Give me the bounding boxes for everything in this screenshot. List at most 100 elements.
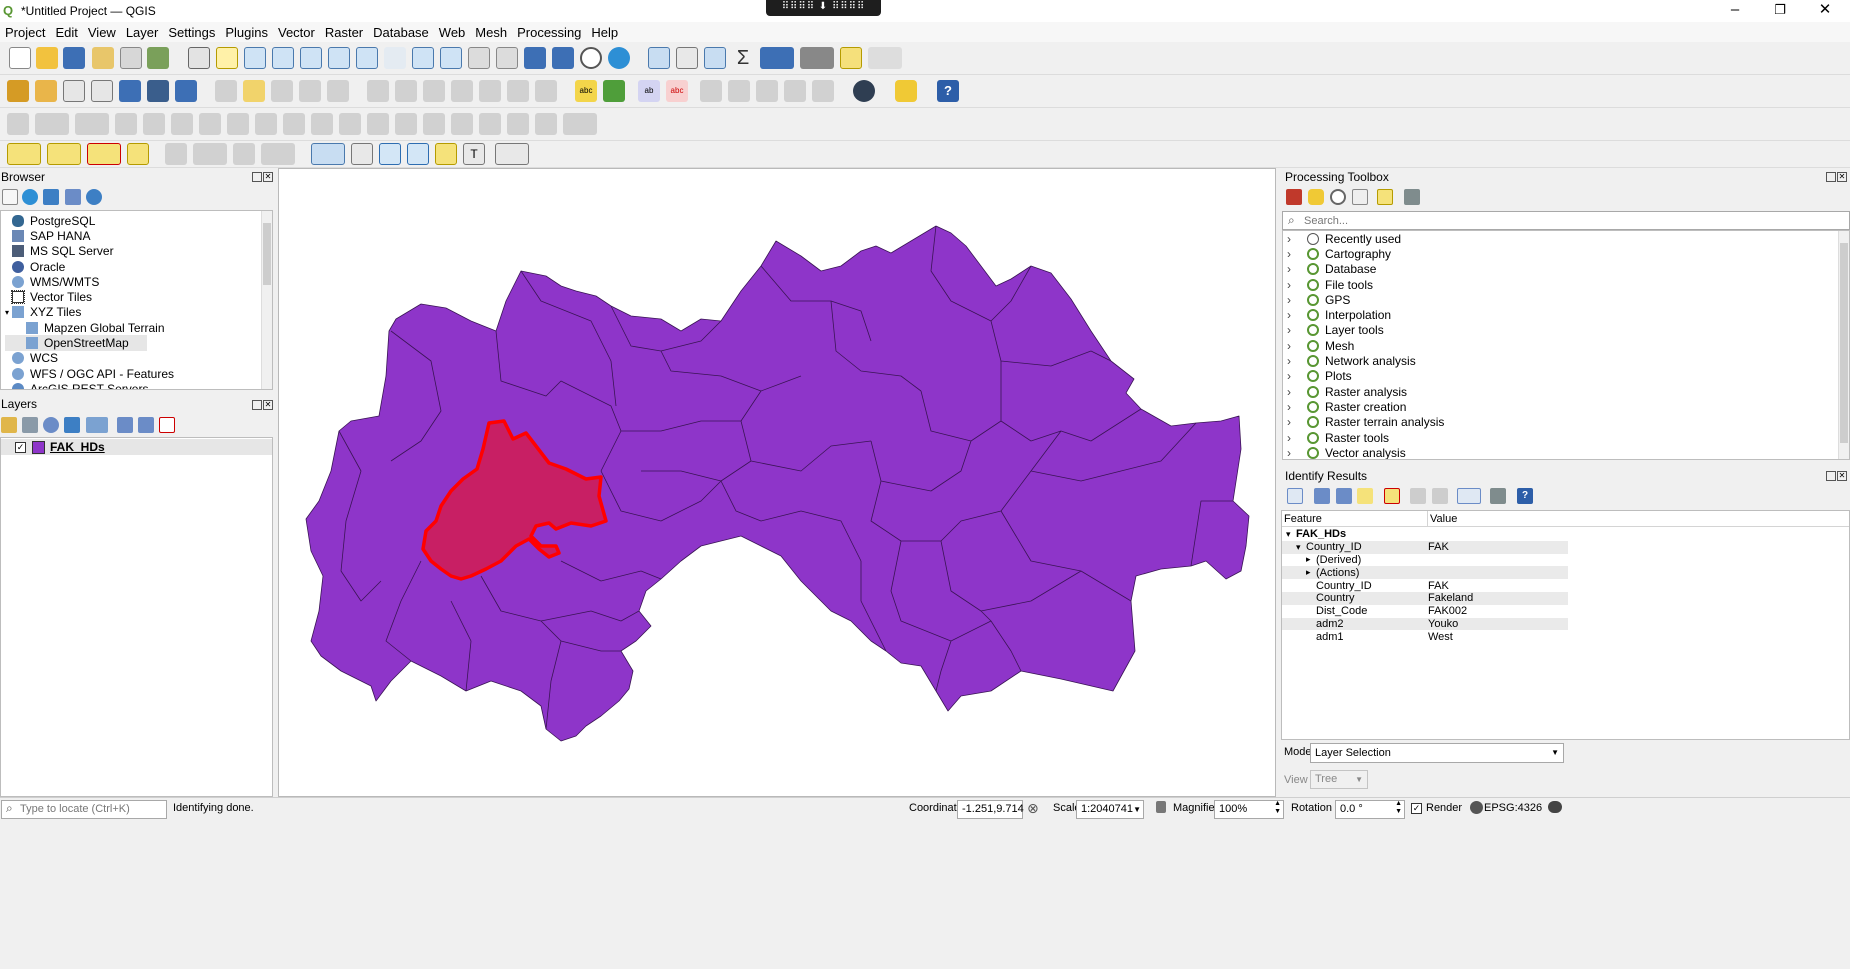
open-attribute-table-icon[interactable] xyxy=(676,47,698,69)
text-annotation-icon[interactable] xyxy=(311,143,345,165)
identify-mode-dropdown-icon[interactable] xyxy=(1457,488,1481,504)
select-features-icon[interactable] xyxy=(7,143,41,165)
models-icon[interactable] xyxy=(1286,189,1302,205)
layers-float-button[interactable] xyxy=(252,400,262,410)
menu-raster[interactable]: Raster xyxy=(320,25,368,40)
lock-scale-icon[interactable] xyxy=(1156,801,1166,813)
browser-scrollbar[interactable] xyxy=(261,211,272,389)
field-calculator-icon[interactable] xyxy=(193,143,227,165)
rotate-feature-icon[interactable] xyxy=(563,113,597,135)
expand-arrow-icon[interactable]: › xyxy=(1287,339,1307,353)
reshape-features-icon[interactable] xyxy=(227,113,249,135)
expand-arrow-icon[interactable]: › xyxy=(1287,385,1307,399)
menu-view[interactable]: View xyxy=(83,25,121,40)
collapse-all-layers-icon[interactable] xyxy=(138,417,154,433)
open-layer-styling-icon[interactable] xyxy=(1,417,17,433)
processing-group-item[interactable]: › Raster terrain analysis xyxy=(1283,415,1838,430)
expand-arrow-icon[interactable]: › xyxy=(1287,278,1307,292)
identify-row[interactable]: Dist_Code FAK002 xyxy=(1282,605,1568,618)
identify-row[interactable]: adm2 Youko xyxy=(1282,617,1568,631)
shape-digitizing-icon[interactable] xyxy=(261,143,295,165)
layer-styling-icon[interactable] xyxy=(165,143,187,165)
merge-features-icon[interactable] xyxy=(339,113,361,135)
create-text-annotation-icon[interactable]: T xyxy=(463,143,485,165)
manage-map-themes-icon[interactable] xyxy=(43,417,59,433)
processing-scrollbar[interactable] xyxy=(1838,231,1849,459)
new-spatialite-layer-icon[interactable] xyxy=(91,80,113,102)
identify-float-button[interactable] xyxy=(1826,471,1836,481)
label-properties-icon[interactable] xyxy=(812,80,834,102)
show-hide-labels-icon[interactable] xyxy=(784,80,806,102)
globe-icon[interactable] xyxy=(1470,801,1483,814)
identify-features-icon[interactable] xyxy=(648,47,670,69)
expand-arrow-icon[interactable]: ▾ xyxy=(5,308,12,317)
select-annotation-icon[interactable] xyxy=(351,143,373,165)
help-contents-icon[interactable]: ? xyxy=(937,80,959,102)
menu-settings[interactable]: Settings xyxy=(163,25,220,40)
column-feature-header[interactable]: Feature xyxy=(1284,513,1322,525)
print-response-icon[interactable] xyxy=(1432,488,1448,504)
new-bookmark-icon[interactable] xyxy=(524,47,546,69)
pan-map-icon[interactable] xyxy=(188,47,210,69)
layer-visibility-checkbox[interactable]: ✓ xyxy=(15,441,26,453)
python-console-icon[interactable] xyxy=(895,80,917,102)
new-project-icon[interactable] xyxy=(9,47,31,69)
data-source-manager-icon[interactable] xyxy=(7,80,29,102)
browser-item-openstreetmap[interactable]: OpenStreetMap xyxy=(5,335,147,351)
processing-group-item[interactable]: › Cartography xyxy=(1283,246,1838,261)
expand-arrow-icon[interactable]: › xyxy=(1287,323,1307,337)
spinner-arrows-icon[interactable]: ▲ ▼ xyxy=(1274,800,1281,816)
processing-group-item[interactable]: › Interpolation xyxy=(1283,307,1838,322)
menu-web[interactable]: Web xyxy=(434,25,471,40)
browser-close-button[interactable]: ✕ xyxy=(263,172,273,182)
save-edits-icon[interactable] xyxy=(271,80,293,102)
layer-symbol-swatch[interactable] xyxy=(32,440,45,454)
add-selected-layers-icon[interactable] xyxy=(2,189,18,205)
layer-item-fak-hds[interactable]: ✓ FAK_HDs xyxy=(1,439,272,455)
processing-group-item[interactable]: › Vector analysis xyxy=(1283,445,1838,459)
zoom-next-icon[interactable] xyxy=(440,47,462,69)
mode-select[interactable]: Layer Selection ▼ xyxy=(1310,743,1564,763)
label-toolbar-icon[interactable]: abc xyxy=(575,80,597,102)
offset-point-symbols-icon[interactable] xyxy=(423,113,445,135)
processing-scroll-thumb[interactable] xyxy=(1840,243,1848,443)
select-by-value-icon[interactable] xyxy=(47,143,81,165)
new-3d-map-view-icon[interactable] xyxy=(496,47,518,69)
processing-group-item[interactable]: › Layer tools xyxy=(1283,323,1838,338)
deselect-features-icon[interactable] xyxy=(87,143,121,165)
spinner-arrows-icon[interactable]: ▲ ▼ xyxy=(1395,800,1402,816)
refresh-browser-icon[interactable] xyxy=(22,189,38,205)
osm-plugin-icon[interactable] xyxy=(853,80,875,102)
merge-attributes-icon[interactable] xyxy=(367,113,389,135)
collapse-tree-icon[interactable] xyxy=(1314,488,1330,504)
pan-to-selection-icon[interactable] xyxy=(216,47,238,69)
trim-extend-icon[interactable] xyxy=(451,113,473,135)
rotation-spinbox[interactable]: 0.0 ° ▲ ▼ xyxy=(1335,800,1405,819)
menu-plugins[interactable]: Plugins xyxy=(220,25,273,40)
magnifier-spinbox[interactable]: 100% ▲ ▼ xyxy=(1214,800,1284,819)
identify-settings-icon[interactable] xyxy=(1490,488,1506,504)
delete-ring-icon[interactable] xyxy=(171,113,193,135)
refresh-icon[interactable] xyxy=(608,47,630,69)
zoom-to-layer-icon[interactable] xyxy=(356,47,378,69)
expand-arrow-icon[interactable]: › xyxy=(1287,232,1307,246)
processing-group-item[interactable]: › Raster analysis xyxy=(1283,384,1838,399)
restore-button[interactable]: ❐ xyxy=(1757,0,1803,22)
expand-arrow-icon[interactable]: ▾ xyxy=(1286,529,1291,540)
processing-group-item[interactable]: › Plots xyxy=(1283,369,1838,384)
processing-float-button[interactable] xyxy=(1826,172,1836,182)
expand-arrow-icon[interactable]: › xyxy=(1287,354,1307,368)
new-map-view-icon[interactable] xyxy=(468,47,490,69)
rotate-label-icon[interactable] xyxy=(728,80,750,102)
copy-features-icon[interactable] xyxy=(451,80,473,102)
vertex-tool-icon[interactable] xyxy=(327,80,349,102)
layout-manager-icon[interactable] xyxy=(120,47,142,69)
identify-row[interactable]: ▸ (Actions) xyxy=(1282,566,1568,580)
measure-line-icon[interactable] xyxy=(800,47,834,69)
show-bookmarks-icon[interactable] xyxy=(552,47,574,69)
menu-processing[interactable]: Processing xyxy=(512,25,586,40)
clear-results-icon[interactable] xyxy=(1357,488,1373,504)
browser-item-mapzen[interactable]: Mapzen Global Terrain xyxy=(5,320,259,335)
column-value-header[interactable]: Value xyxy=(1430,513,1457,525)
select-by-location-icon[interactable] xyxy=(127,143,149,165)
